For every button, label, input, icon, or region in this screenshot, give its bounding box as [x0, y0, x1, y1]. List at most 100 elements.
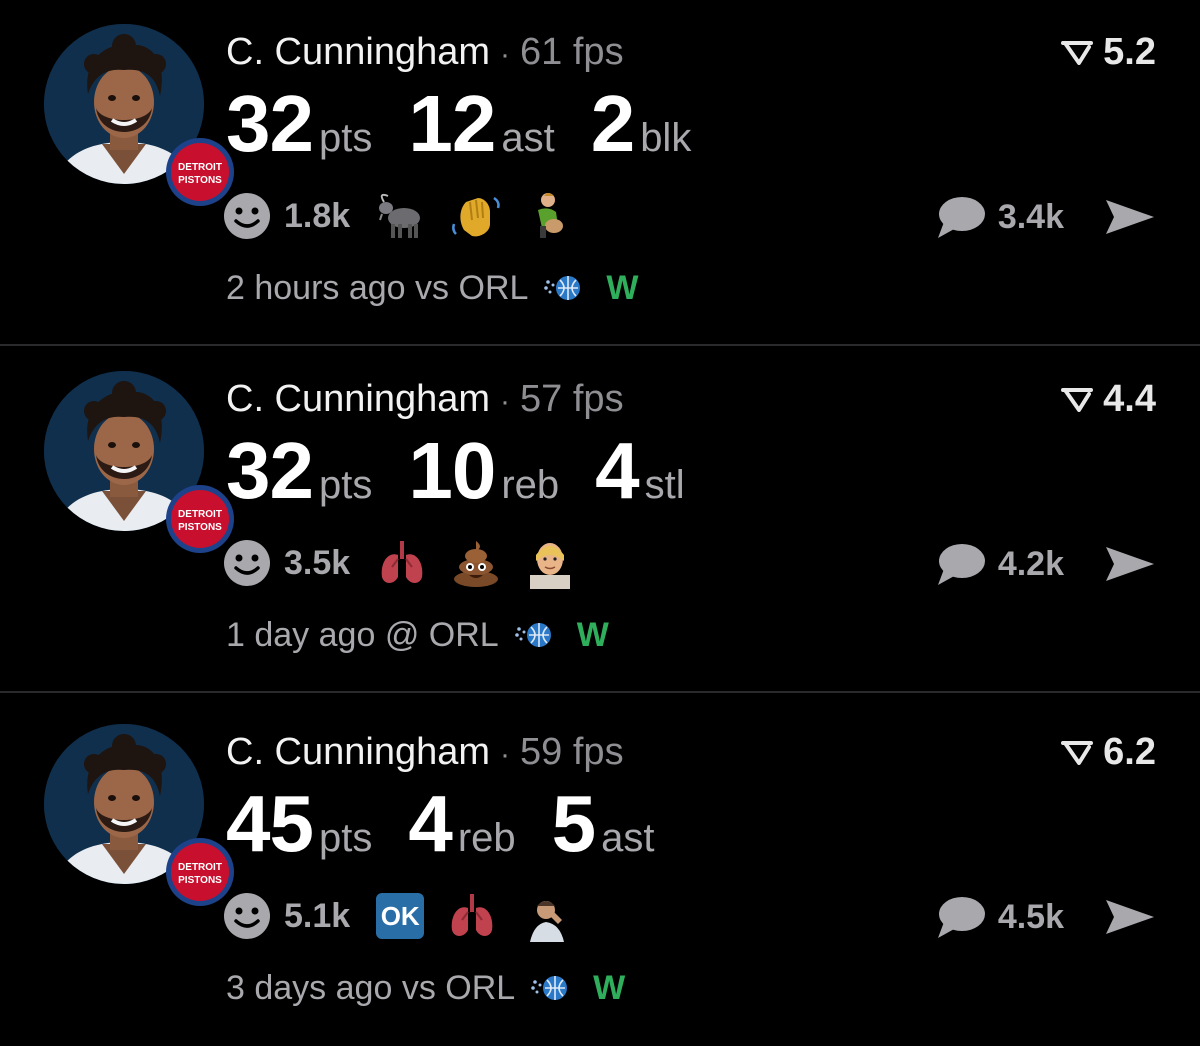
fantasy-points: 59 fps: [520, 731, 624, 773]
stat-reb: 10 reb: [408, 429, 559, 513]
stat-ast: 12 ast: [408, 82, 554, 166]
post-time: 2 hours ago: [226, 268, 406, 307]
reactions-row[interactable]: 5.1k OK: [222, 888, 594, 944]
comment-count: 4.5k: [997, 897, 1064, 936]
stat-pts: 45 pts: [226, 782, 372, 866]
post-footer: 2 hours ago vs ORL W: [226, 264, 639, 312]
comments-button[interactable]: 4.2k: [934, 539, 1064, 589]
reaction-count: 5.1k: [284, 896, 351, 935]
stat-value: 45: [226, 779, 314, 868]
stat-line: 32 pts 12 ast 2 blk: [226, 82, 727, 166]
feed-post-card[interactable]: DETROIT PISTONS C. Cunningham · 57 fps 4.4…: [0, 347, 1200, 693]
add-reaction-icon[interactable]: [222, 891, 272, 941]
comment-bubble-icon: [937, 544, 985, 585]
share-send-icon[interactable]: [1104, 196, 1156, 238]
comment-bubble-icon: [937, 197, 985, 238]
rating-icon: [1061, 741, 1094, 765]
stat-value: 5: [551, 779, 596, 868]
rating-display[interactable]: 6.2: [1061, 730, 1156, 774]
stat-value: 4: [408, 779, 452, 868]
post-header: C. Cunningham · 61 fps: [226, 28, 624, 76]
svg-text:PISTONS: PISTONS: [178, 175, 222, 186]
rating-value: 5.2: [1103, 31, 1156, 73]
stat-value: 2: [590, 79, 635, 168]
blonde-person-emoji[interactable]: [524, 537, 576, 589]
matchup: vs ORL: [401, 968, 516, 1007]
comment-count: 3.4k: [997, 197, 1064, 236]
stat-unit: pts: [318, 816, 373, 860]
reaction-count: 3.5k: [284, 543, 351, 582]
stat-value: 32: [226, 79, 314, 168]
stat-stl: 4 stl: [595, 429, 685, 513]
fantasy-points: 61 fps: [520, 31, 624, 73]
separator-dot: ·: [500, 738, 511, 771]
game-result: W: [593, 968, 626, 1007]
reactions-row[interactable]: 1.8k: [222, 188, 598, 244]
stat-pts: 32 pts: [226, 82, 372, 166]
rating-display[interactable]: 5.2: [1061, 30, 1156, 74]
stat-value: 12: [408, 79, 496, 168]
comments-button[interactable]: 3.4k: [934, 192, 1064, 242]
person-emoji[interactable]: [524, 190, 576, 242]
player-name[interactable]: C. Cunningham: [226, 731, 490, 773]
stat-ast: 5 ast: [552, 782, 655, 866]
post-header: C. Cunningham · 57 fps: [226, 375, 624, 423]
player-avatar[interactable]: DETROIT PISTONS: [44, 24, 234, 206]
stat-value: 10: [408, 426, 496, 515]
stat-unit: pts: [318, 116, 373, 160]
add-reaction-icon[interactable]: [222, 538, 272, 588]
rating-icon: [1061, 41, 1094, 65]
svg-text:DETROIT: DETROIT: [178, 509, 222, 520]
magic-team-logo-icon: [544, 276, 581, 300]
poop-emoji[interactable]: [450, 537, 502, 589]
comment-count: 4.2k: [997, 544, 1064, 583]
separator-dot: ·: [500, 38, 511, 71]
stat-reb: 4 reb: [408, 782, 515, 866]
stat-line: 32 pts 10 reb 4 stl: [226, 429, 721, 513]
separator-dot: ·: [500, 385, 511, 418]
stat-value: 4: [595, 426, 639, 515]
reactions-row[interactable]: 3.5k: [222, 535, 598, 591]
waving-hand-emoji[interactable]: [450, 190, 502, 242]
share-send-icon[interactable]: [1104, 896, 1156, 938]
post-header: C. Cunningham · 59 fps: [226, 728, 624, 776]
stat-pts: 32 pts: [226, 429, 372, 513]
player-name[interactable]: C. Cunningham: [226, 378, 490, 420]
lungs-emoji[interactable]: [446, 890, 498, 942]
rating-icon: [1061, 388, 1094, 412]
stat-unit: reb: [457, 816, 516, 860]
comments-button[interactable]: 4.5k: [934, 892, 1064, 942]
player-avatar[interactable]: DETROIT PISTONS: [44, 371, 234, 553]
magic-team-logo-icon: [531, 976, 568, 1000]
player-photo-emoji[interactable]: [520, 890, 573, 942]
stat-unit: ast: [501, 116, 555, 160]
game-result: W: [576, 615, 609, 654]
stat-line: 45 pts 4 reb 5 ast: [226, 782, 691, 866]
stat-unit: reb: [501, 463, 560, 507]
rating-value: 4.4: [1103, 378, 1156, 420]
feed-post-card[interactable]: DETROIT PISTONS C. Cunningham · 61 fps 5.2…: [0, 0, 1200, 346]
post-time: 1 day ago: [226, 615, 376, 654]
stat-unit: ast: [601, 816, 655, 860]
post-footer: 3 days ago vs ORL W: [226, 964, 625, 1012]
stat-unit: stl: [644, 463, 685, 507]
game-result: W: [606, 268, 639, 307]
feed-post-card[interactable]: DETROIT PISTONS C. Cunningham · 59 fps 6.2…: [0, 700, 1200, 1046]
post-footer: 1 day ago @ ORL W: [226, 611, 609, 659]
fantasy-points: 57 fps: [520, 378, 624, 420]
player-name[interactable]: C. Cunningham: [226, 31, 490, 73]
svg-text:PISTONS: PISTONS: [178, 522, 222, 533]
svg-text:DETROIT: DETROIT: [178, 862, 222, 873]
matchup: vs ORL: [415, 268, 529, 307]
stat-blk: 2 blk: [591, 82, 692, 166]
add-reaction-icon[interactable]: [222, 191, 272, 241]
matchup: @ ORL: [384, 615, 499, 654]
player-avatar[interactable]: DETROIT PISTONS: [44, 724, 234, 906]
svg-text:DETROIT: DETROIT: [178, 162, 222, 173]
ok-button-emoji[interactable]: OK: [376, 893, 425, 939]
lungs-emoji[interactable]: [376, 537, 428, 589]
comment-bubble-icon: [937, 897, 985, 938]
goat-emoji[interactable]: [376, 190, 428, 242]
share-send-icon[interactable]: [1104, 543, 1156, 585]
rating-display[interactable]: 4.4: [1061, 377, 1156, 421]
